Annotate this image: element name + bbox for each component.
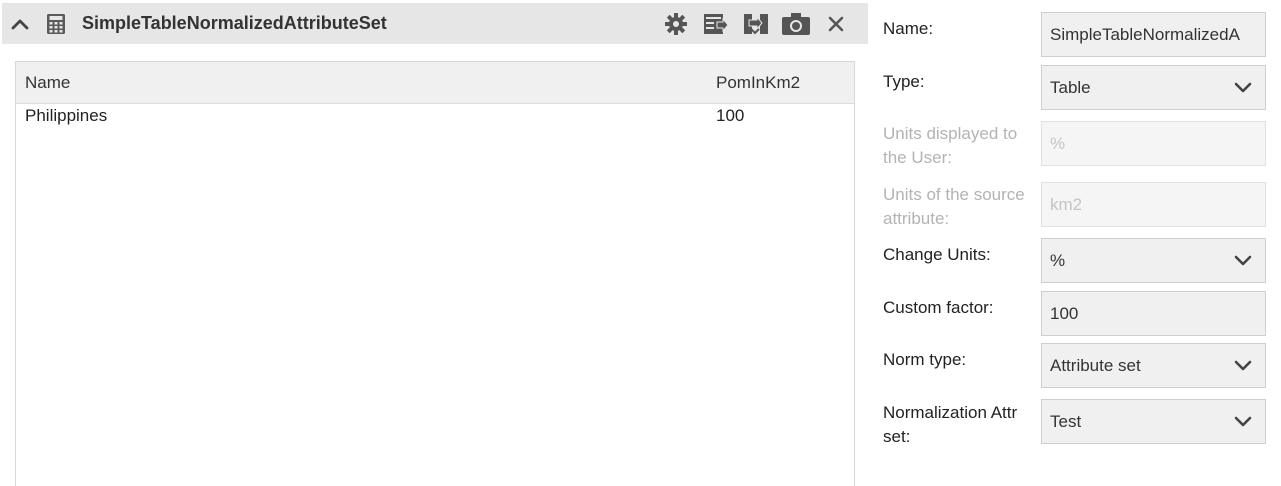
column-header-name[interactable]: Name [16,73,716,93]
custom-factor-input[interactable] [1050,303,1265,324]
type-select[interactable]: Table [1041,65,1266,110]
change-units-select[interactable]: % [1041,238,1266,283]
panel-title: SimpleTableNormalizedAttributeSet [82,13,387,33]
gear-icon [665,12,687,35]
properties-form: Name: Type: Table Units displayed to the… [883,0,1281,483]
settings-button[interactable] [656,3,696,44]
units-source-label: Units of the source attribute: [883,185,1025,228]
table-cell-value: 100 [716,106,745,125]
change-units-label: Change Units: [883,245,991,264]
custom-factor-label: Custom factor: [883,298,994,317]
table-row[interactable]: Philippines 100 [16,104,854,128]
norm-attr-select-value: Test [1050,411,1082,431]
chevron-down-icon [1234,360,1252,370]
import-button[interactable] [736,3,776,44]
table-cell-name: Philippines [25,106,108,125]
camera-icon [782,12,810,35]
units-displayed-label: Units displayed to the User: [883,124,1018,167]
close-button[interactable] [816,3,856,44]
column-header-value[interactable]: PomInKm2 [716,73,854,93]
collapse-button[interactable] [2,3,38,44]
norm-type-select-value: Attribute set [1050,355,1141,375]
data-table: Name PomInKm2 Philippines 100 [15,61,855,486]
name-label: Name: [883,19,934,38]
export-table-icon [704,13,729,34]
change-units-select-value: % [1050,250,1066,270]
chevron-down-icon [1234,82,1252,92]
norm-type-label: Norm type: [883,350,967,369]
attribute-set-panel: SimpleTableNormalizedAttributeSet Name P… [0,0,868,486]
screenshot-button[interactable] [776,3,816,44]
name-input[interactable] [1050,24,1265,45]
panel-header: SimpleTableNormalizedAttributeSet [2,3,868,44]
units-source-field: km2 [1041,182,1266,227]
name-field[interactable] [1041,12,1266,57]
custom-factor-field[interactable] [1041,291,1266,336]
norm-attr-label: Normalization Attr set: [883,403,1018,446]
chevron-down-icon [1234,255,1252,265]
table-header: Name PomInKm2 [16,62,854,104]
norm-attr-select[interactable]: Test [1041,399,1266,444]
close-icon [828,16,844,31]
units-displayed-field: % [1041,121,1266,166]
type-label: Type: [883,72,925,91]
calculator-icon [47,13,65,34]
chevron-down-icon [1234,416,1252,426]
export-table-button[interactable] [696,3,736,44]
import-icon [744,13,768,34]
header-toolbar [656,3,856,44]
norm-type-select[interactable]: Attribute set [1041,343,1266,388]
type-select-value: Table [1050,77,1091,97]
chevron-up-icon [11,19,29,29]
